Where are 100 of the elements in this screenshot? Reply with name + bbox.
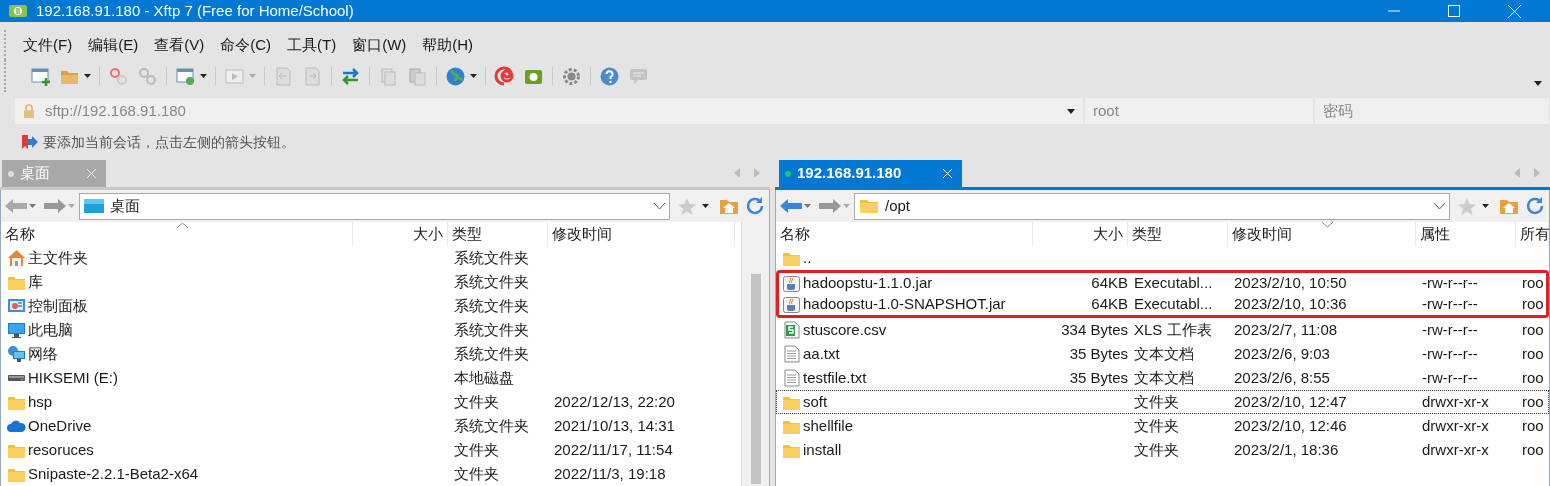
forward-arrow-icon[interactable] [819, 198, 841, 214]
document-icon [782, 369, 801, 387]
file-row[interactable]: hadoopstu-1.0-SNAPSHOT.jar 64KB Executabl... 2023/2/10, 10:36 -rw-r--r-- roo [776, 294, 1549, 318]
table-cell-text: 系统文件夹 [454, 247, 529, 268]
file-row[interactable]: shellfile 文件夹 2023/2/10, 12:46 drwxr-xr-x roo [776, 414, 1549, 438]
column-header[interactable]: 大小 [353, 222, 448, 246]
dropdown-arrow-icon[interactable] [1482, 204, 1489, 208]
file-row[interactable]: stuscore.csv 334 Bytes XLS 工作表 2023/2/7, 11:08 -rw-r--r-- roo [776, 318, 1549, 342]
scroll-right-icon[interactable] [754, 168, 760, 178]
path-field[interactable]: /opt [854, 192, 1450, 220]
dropdown-arrow-icon[interactable] [470, 74, 477, 78]
home-folder-icon[interactable] [1499, 197, 1519, 215]
file-name: shellfile [803, 415, 854, 436]
menu-item[interactable]: 工具(T) [284, 33, 340, 57]
back-arrow-icon[interactable] [780, 198, 802, 214]
table-cell-text: roo [1522, 367, 1544, 388]
refresh-icon[interactable] [745, 196, 765, 216]
table-cell-text: -rw-r--r-- [1422, 343, 1478, 364]
column-header[interactable]: 类型 [1128, 222, 1228, 246]
column-header[interactable]: 名称 [776, 222, 1033, 246]
page-right-icon[interactable] [302, 65, 323, 87]
file-row[interactable]: .. [776, 246, 1549, 270]
back-arrow-icon[interactable] [5, 198, 27, 214]
lock-icon [23, 104, 35, 118]
table-cell-text: 系统文件夹 [454, 343, 529, 364]
menu-item[interactable]: 查看(V) [151, 33, 208, 57]
connect-icon[interactable] [108, 65, 129, 87]
window-title: 192.168.91.180 - Xftp 7 (Free for Home/School) [36, 0, 354, 21]
file-row[interactable]: resoruces 文件夹 2022/11/17, 11:54 [1, 438, 741, 462]
link-icon[interactable] [137, 65, 158, 87]
maximize-icon[interactable] [1448, 5, 1460, 17]
spiral-icon[interactable] [494, 65, 515, 87]
file-row[interactable]: aa.txt 35 Bytes 文本文档 2023/2/6, 9:03 -rw-r--r-- roo [776, 342, 1549, 366]
file-row[interactable]: 网络 系统文件夹 [1, 342, 741, 366]
file-row[interactable]: install 文件夹 2023/2/1, 18:36 drwxr-xr-x roo [776, 438, 1549, 462]
menu-item[interactable]: 编辑(E) [85, 33, 142, 57]
username-field[interactable]: root [1085, 98, 1313, 124]
file-row[interactable]: soft 文件夹 2023/2/10, 12:47 drwxr-xr-x roo [776, 390, 1549, 414]
bookmark-arrow-icon [21, 134, 39, 150]
refresh-icon[interactable] [1525, 196, 1545, 216]
path-field[interactable]: 桌面 [79, 192, 670, 220]
file-row[interactable]: OneDrive 系统文件夹 2021/10/13, 14:31 [1, 414, 741, 438]
file-row[interactable]: Snipaste-2.2.1-Beta2-x64 文件夹 2022/11/3, 19:18 [1, 462, 741, 486]
dropdown-arrow-icon[interactable] [702, 204, 709, 208]
app-icon [8, 4, 28, 18]
dropdown-arrow-icon[interactable] [84, 74, 91, 78]
table-cell-text: 35 Bytes [1069, 343, 1128, 364]
file-row[interactable]: 此电脑 系统文件夹 [1, 318, 741, 342]
column-header[interactable]: 类型 [448, 222, 548, 246]
column-header[interactable]: 所有 [1516, 222, 1549, 246]
scrollbar-thumb[interactable] [750, 274, 761, 484]
file-row[interactable]: hadoopstu-1.1.0.jar 64KB Executabl... 2023/2/10, 10:50 -rw-r--r-- roo [776, 270, 1549, 294]
column-header[interactable]: 名称 [1, 222, 353, 246]
file-name: 控制面板 [28, 295, 88, 316]
transfer-icon[interactable] [340, 65, 361, 87]
scroll-left-icon[interactable] [734, 168, 740, 178]
table-cell-text: -rw-r--r-- [1422, 294, 1478, 315]
file-row[interactable]: 主文件夹 系统文件夹 [1, 246, 741, 270]
star-icon[interactable] [1458, 197, 1476, 215]
forward-arrow-icon[interactable] [44, 198, 66, 214]
column-header[interactable]: 修改时间 [1228, 222, 1416, 246]
table-cell-text: drwxr-xr-x [1422, 391, 1489, 412]
help-icon[interactable] [599, 65, 620, 87]
path-text: 桌面 [110, 195, 140, 216]
table-cell-text: -rw-r--r-- [1422, 319, 1478, 340]
file-row[interactable]: 库 系统文件夹 [1, 270, 741, 294]
dropdown-arrow-icon[interactable] [1534, 80, 1542, 86]
home-folder-icon[interactable] [719, 197, 739, 215]
table-cell-text: roo [1522, 343, 1544, 364]
file-row[interactable]: hsp 文件夹 2022/12/13, 22:20 [1, 390, 741, 414]
page-left-icon[interactable] [273, 65, 294, 87]
close-icon[interactable] [87, 169, 96, 178]
column-header[interactable]: 修改时间 [548, 222, 735, 246]
chevron-down-icon[interactable] [654, 203, 665, 209]
file-name: soft [803, 391, 828, 412]
star-icon[interactable] [678, 197, 696, 215]
table-cell-text: Executabl... [1134, 273, 1213, 294]
file-row[interactable]: 控制面板 系统文件夹 [1, 294, 741, 318]
copy-icon[interactable] [378, 65, 399, 87]
table-cell-text: 2023/2/1, 18:36 [1234, 439, 1339, 460]
menu-item[interactable]: 文件(F) [20, 33, 76, 57]
dropdown-arrow-icon[interactable] [1067, 108, 1075, 114]
settings-icon[interactable] [561, 65, 582, 87]
new-window-icon[interactable] [30, 65, 51, 87]
chevron-down-icon[interactable] [1434, 203, 1445, 209]
session-tab[interactable]: 192.168.91.180 [779, 160, 962, 187]
scroll-left-icon[interactable] [1514, 168, 1520, 178]
scroll-right-icon[interactable] [1534, 168, 1540, 178]
password-field[interactable]: 密码 [1315, 98, 1549, 124]
menu-item[interactable]: 帮助(H) [419, 33, 477, 57]
dropdown-arrow-icon[interactable] [200, 74, 207, 78]
file-row[interactable]: HIKSEMI (E:) 本地磁盘 [1, 366, 741, 390]
menu-item[interactable]: 命令(C) [217, 33, 274, 57]
scrollbar-track[interactable] [741, 222, 769, 486]
column-header[interactable]: 大小 [1033, 222, 1128, 246]
file-row[interactable]: testfile.txt 35 Bytes 文本文档 2023/2/6, 8:55 -rw-r--r-- roo [776, 366, 1549, 390]
menu-item[interactable]: 窗口(W) [349, 33, 410, 57]
paste-icon[interactable] [407, 65, 428, 87]
column-header[interactable]: 属性 [1416, 222, 1516, 246]
table-cell-text: 2023/2/7, 11:08 [1234, 319, 1338, 340]
